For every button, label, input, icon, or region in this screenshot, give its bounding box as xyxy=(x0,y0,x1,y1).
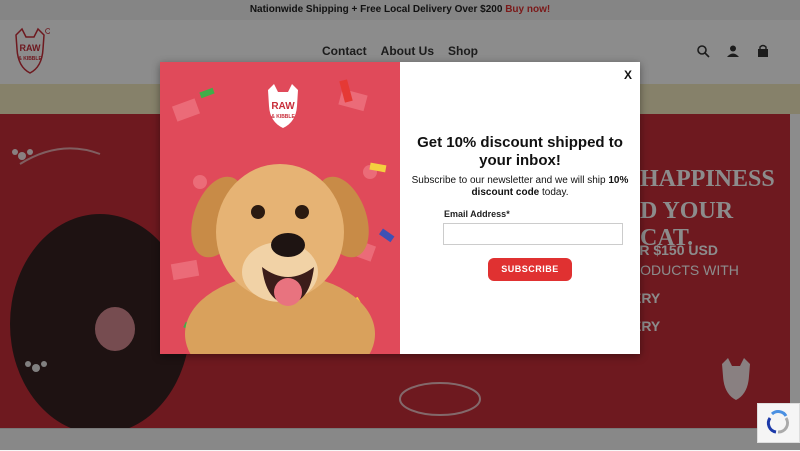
email-field[interactable] xyxy=(443,223,623,245)
email-label: Email Address* xyxy=(444,209,510,219)
modal-description-text: Subscribe to our newsletter and we will … xyxy=(411,175,609,186)
close-button[interactable]: X xyxy=(624,68,632,82)
modal-description-end: today. xyxy=(539,187,569,198)
modal-content: X Get 10% discount shipped to your inbox… xyxy=(400,62,640,354)
modal-logo-text-bottom: & KIBBLE xyxy=(271,114,295,120)
subscribe-button[interactable]: SUBSCRIBE xyxy=(488,258,572,281)
modal-logo-text-top: RAW xyxy=(271,101,295,112)
newsletter-modal: RAW & KIBBLE X Get 10% discount shipped … xyxy=(160,62,640,354)
modal-dog-image: RAW & KIBBLE xyxy=(160,62,400,354)
modal-title: Get 10% discount shipped to your inbox! xyxy=(417,134,623,169)
modal-description: Subscribe to our newsletter and we will … xyxy=(410,175,630,199)
recaptcha-badge[interactable] xyxy=(757,403,800,443)
